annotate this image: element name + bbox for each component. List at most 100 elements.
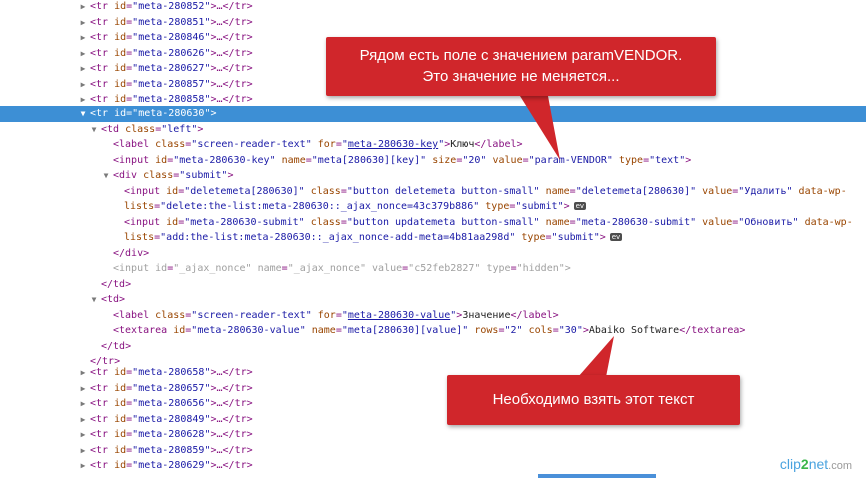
event-listener-badge[interactable]: ev (609, 233, 623, 241)
row-id: meta-280859 (138, 444, 205, 456)
expand-triangle-icon[interactable]: ▶ (78, 443, 88, 459)
dom-textarea[interactable]: <textarea id="meta-280630-value" name="m… (0, 323, 866, 339)
attr-value: meta-280630-submit (190, 216, 299, 228)
dom-input-update[interactable]: <input id="meta-280630-submit" class="bu… (0, 215, 866, 231)
expand-triangle-icon[interactable]: ▶ (78, 30, 88, 46)
expand-triangle-icon[interactable]: ▼ (78, 106, 88, 122)
row-id: meta-280626 (138, 47, 205, 59)
attr-value: meta-280630-submit (581, 216, 691, 228)
row-id: meta-280849 (138, 413, 205, 425)
attr-value: Удалить (744, 185, 787, 197)
attr-value: Обновить (744, 216, 793, 228)
dom-row-collapsed[interactable]: ▶ <tr id="meta-280629">…</tr> (0, 458, 866, 474)
attr-value: meta-280630-key (179, 154, 270, 166)
expand-triangle-icon[interactable]: ▶ (78, 0, 88, 15)
expand-triangle-icon[interactable]: ▶ (78, 412, 88, 428)
label-for-link[interactable]: meta-280630-key (348, 139, 438, 150)
row-id: meta-280846 (138, 32, 205, 43)
callout-top-line2: Это значение не меняется... (422, 68, 620, 85)
callout-bottom-text: Необходимо взять этот текст (492, 391, 695, 408)
label-text: Ключ (450, 139, 475, 150)
label-for-link[interactable]: meta-280630-value (348, 310, 450, 321)
dom-input-nonce[interactable]: <input id="_ajax_nonce" name="_ajax_nonc… (0, 261, 866, 277)
attr-value: deletemeta[280630] (581, 185, 691, 197)
dom-input-delete-cont[interactable]: lists="delete:the-list:meta-280630::_aja… (0, 199, 866, 215)
td-class: left (167, 123, 192, 135)
dom-td[interactable]: ▼ <td> (0, 292, 866, 308)
dom-div-close[interactable]: </div> (0, 246, 866, 262)
dom-label-value[interactable]: <label class="screen-reader-text" for="m… (0, 308, 866, 324)
attr-value: meta[280630][key] (317, 154, 421, 166)
event-listener-badge[interactable]: ev (573, 202, 587, 210)
dom-td-close[interactable]: </td> (0, 339, 866, 355)
callout-bottom: Необходимо взять этот текст (447, 375, 740, 425)
row-id: meta-280851 (138, 16, 205, 28)
row-id: meta-280852 (138, 1, 205, 12)
dom-label-key[interactable]: <label class="screen-reader-text" for="m… (0, 137, 866, 153)
row-id: meta-280858 (138, 94, 205, 105)
dom-row-collapsed[interactable]: ▶ <tr id="meta-280628">…</tr> (0, 427, 866, 443)
attr-value: _ajax_nonce (293, 263, 360, 274)
expand-triangle-icon[interactable]: ▶ (78, 396, 88, 412)
row-id: meta-280656 (138, 398, 205, 409)
row-id: meta-280857 (138, 78, 205, 90)
attr-value: hidden (522, 263, 559, 274)
attr-value: screen-reader-text (197, 309, 306, 321)
attr-value: meta-280630-value (197, 325, 300, 336)
attr-value: add:the-list:meta-280630::_ajax_nonce-ad… (166, 232, 510, 243)
attr-name: lists (124, 232, 155, 243)
attr-name: lists (124, 201, 155, 212)
attr-name: data-wp- (798, 185, 847, 197)
callout-top-line1: Рядом есть поле с значением paramVENDOR. (359, 47, 683, 64)
attr-value: screen-reader-text (197, 139, 306, 150)
expand-triangle-icon[interactable]: ▶ (78, 427, 88, 443)
callout-top: Рядом есть поле с значением paramVENDOR.… (326, 37, 716, 96)
attr-value: 30 (564, 325, 577, 336)
dom-input-key[interactable]: <input id="meta-280630-key" name="meta[2… (0, 153, 866, 169)
expand-triangle-icon[interactable]: ▼ (89, 122, 99, 138)
attr-value: _ajax_nonce (179, 263, 246, 274)
dom-row-collapsed[interactable]: ▶ <tr id="meta-280852">…</tr> (0, 0, 866, 15)
attr-value: c52feb2827 (414, 263, 475, 274)
dom-row-collapsed[interactable]: ▶ <tr id="meta-280859">…</tr> (0, 443, 866, 459)
dom-td-close[interactable]: </td> (0, 277, 866, 293)
attr-name: data-wp- (804, 216, 853, 228)
attr-value: button updatemeta button-small (352, 216, 534, 228)
dom-row-collapsed[interactable]: ▶ <tr id="meta-280851">…</tr> (0, 15, 866, 31)
clip2net-logo: clip2net.com (779, 456, 852, 472)
dom-input-update-cont[interactable]: lists="add:the-list:meta-280630::_ajax_n… (0, 230, 866, 246)
expand-triangle-icon[interactable]: ▶ (78, 365, 88, 381)
attr-value: meta[280630][value] (347, 325, 463, 336)
attr-value: 2 (510, 325, 517, 336)
expand-triangle-icon[interactable]: ▶ (78, 77, 88, 93)
horizontal-scrollbar[interactable] (538, 474, 656, 478)
attr-value: submit (557, 232, 594, 243)
expand-triangle-icon[interactable]: ▼ (89, 292, 99, 308)
dom-td-left[interactable]: ▼ <td class="left"> (0, 122, 866, 138)
dom-div-submit[interactable]: ▼ <div class="submit"> (0, 168, 866, 184)
textarea-text: Abaiko Software (588, 325, 680, 336)
attr-value: deletemeta[280630] (190, 185, 299, 197)
param-vendor-value: param-VENDOR (534, 154, 607, 166)
row-id: meta-280628 (138, 429, 205, 440)
expand-triangle-icon[interactable]: ▶ (78, 458, 88, 474)
attr-value: submit (185, 170, 222, 181)
attr-value: submit (521, 201, 558, 212)
label-text: Значение (462, 309, 511, 321)
expand-triangle-icon[interactable]: ▶ (78, 61, 88, 77)
dom-row-selected[interactable]: ▼ <tr id="meta-280630"> (0, 106, 866, 122)
expand-triangle-icon[interactable]: ▶ (78, 46, 88, 62)
expand-triangle-icon[interactable]: ▶ (78, 15, 88, 31)
attr-value: delete:the-list:meta-280630::_ajax_nonce… (166, 201, 474, 212)
dom-input-delete[interactable]: <input id="deletemeta[280630]" class="bu… (0, 184, 866, 200)
row-id: meta-280629 (138, 460, 205, 471)
row-id: meta-280627 (138, 63, 205, 74)
attr-value: text (655, 154, 680, 166)
row-id: meta-280657 (138, 382, 205, 394)
attr-value: button deletemeta button-small (352, 185, 534, 197)
row-id: meta-280630 (138, 108, 205, 119)
row-id: meta-280658 (138, 367, 205, 378)
expand-triangle-icon[interactable]: ▶ (78, 381, 88, 397)
expand-triangle-icon[interactable]: ▼ (101, 168, 111, 184)
attr-value: 20 (468, 154, 481, 166)
